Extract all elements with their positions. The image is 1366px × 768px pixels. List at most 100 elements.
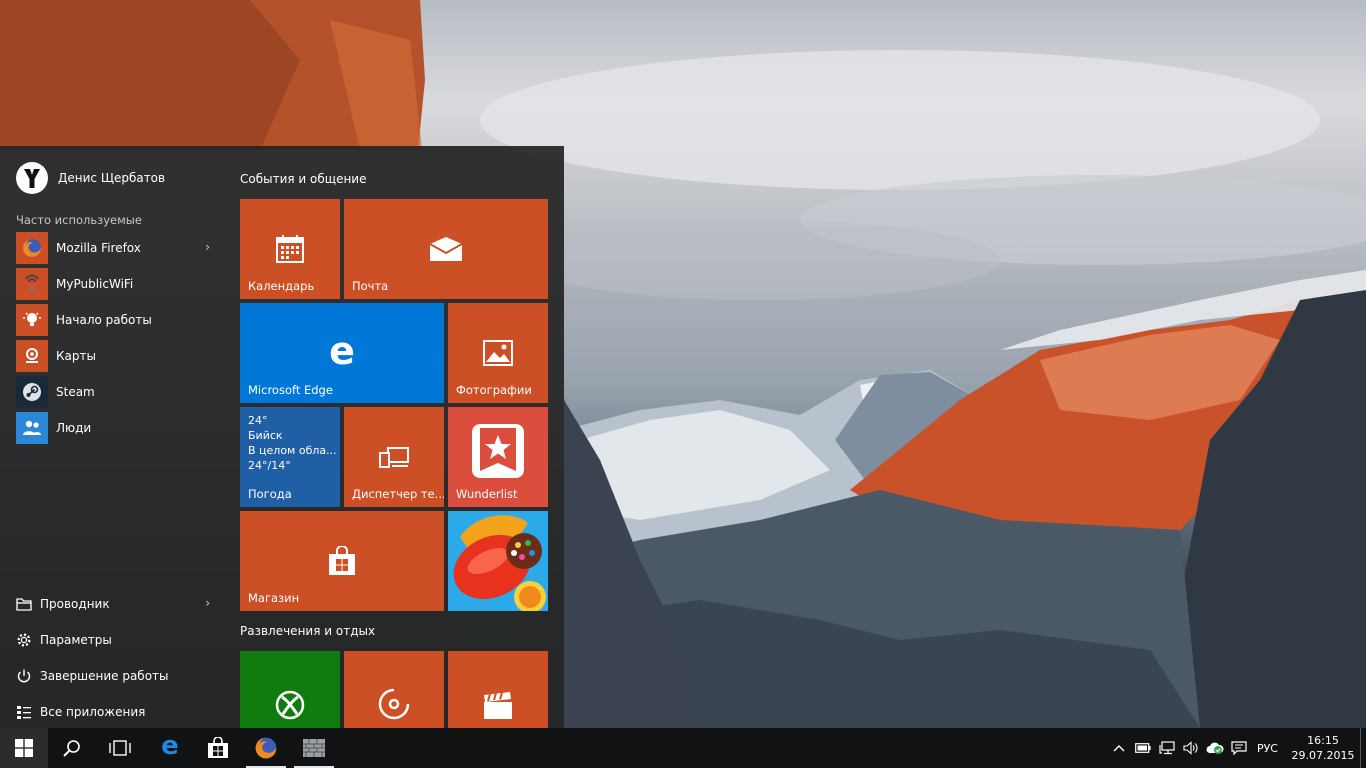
store-icon [208,737,228,758]
firefox-icon [16,232,48,264]
group-heading-events: События и общение [240,172,367,186]
search-icon [63,740,80,757]
app-item-mypublicwifi[interactable]: MyPublicWiFi [16,268,226,300]
taskbar: e РУС 16:15 29.07.2015 [0,728,1366,768]
xbox-icon [240,651,340,728]
people-icon [16,412,48,444]
frequent-apps-heading: Часто используемые [16,213,142,227]
tile-calendar[interactable]: Календарь [240,199,340,299]
tile-mail[interactable]: Почта [344,199,548,299]
task-view-button[interactable] [96,728,144,768]
clock-date: 29.07.2015 [1291,749,1355,762]
power-label: Завершение работы [40,669,169,683]
group-heading-entertainment: Развлечения и отдых [240,624,376,638]
all-apps-link[interactable]: Все приложения [16,694,226,730]
power-link[interactable]: Завершение работы [16,658,226,694]
start-menu: Денис Щербатов Часто используемые Mozill… [0,146,564,728]
app-item-maps[interactable]: Карты [16,340,226,372]
tile-weather[interactable]: 24° Бийск В целом обла... 24°/14° Погода [240,407,340,507]
maps-icon [16,340,48,372]
action-center-button[interactable] [1227,728,1251,768]
tile-label: Погода [248,487,292,501]
tile-label: Microsoft Edge [248,383,333,397]
tile-label: Почта [352,279,389,293]
show-desktop-button[interactable] [1360,728,1366,768]
app-item-people[interactable]: Люди [16,412,226,444]
weather-city: Бийск [248,429,283,442]
weather-info: 24° Бийск В целом обла... 24°/14° [248,413,337,473]
show-hidden-icons-button[interactable] [1107,728,1131,768]
user-avatar [16,162,48,194]
tile-wunderlist[interactable]: Wunderlist [448,407,548,507]
task-view-icon [109,740,131,756]
sync-status-button[interactable] [1203,728,1227,768]
start-button[interactable] [0,728,48,768]
notification-icon [1231,741,1247,755]
battery-icon [1135,743,1151,753]
tile-label: Календарь [248,279,315,293]
system-links-list: Проводник › Параметры Завершение работы … [16,586,226,730]
all-apps-label: Все приложения [40,705,146,719]
clock-time: 16:15 [1307,734,1339,747]
volume-button[interactable] [1179,728,1203,768]
app-item-get-started[interactable]: Начало работы [16,304,226,336]
user-account-button[interactable]: Денис Щербатов [16,162,165,194]
file-explorer-icon [16,596,32,612]
clapperboard-icon [448,651,548,728]
weather-range: 24°/14° [248,459,291,472]
edge-icon: e [161,731,179,761]
lightbulb-icon [16,304,48,336]
tile-photos[interactable]: Фотографии [448,303,548,403]
all-apps-icon [16,704,32,720]
chevron-right-icon[interactable]: › [205,596,210,610]
tile-movies-tv[interactable] [448,651,548,728]
gear-icon [16,632,32,648]
settings-label: Параметры [40,633,112,647]
tile-label: Диспетчер те... [352,487,444,501]
cloud-sync-icon [1206,742,1224,754]
network-icon [1159,741,1175,755]
app-item-firefox[interactable]: Mozilla Firefox › [16,232,226,264]
app-item-label: Карты [56,349,96,363]
settings-link[interactable]: Параметры [16,622,226,658]
battery-button[interactable] [1131,728,1155,768]
clock-button[interactable]: 16:15 29.07.2015 [1286,733,1360,763]
tile-microsoft-edge[interactable]: e Microsoft Edge [240,303,444,403]
taskbar-store-button[interactable] [194,728,242,768]
app-item-label: Начало работы [56,313,152,327]
chevron-right-icon[interactable]: › [205,240,210,254]
wifi-hotspot-icon [16,268,48,300]
speaker-icon [1183,741,1198,755]
weather-condition: В целом обла... [248,444,337,457]
tile-groove-music[interactable] [344,651,444,728]
system-tray: РУС 16:15 29.07.2015 [1107,728,1366,768]
network-button[interactable] [1155,728,1179,768]
tile-label: Фотографии [456,383,532,397]
music-disc-icon [344,651,444,728]
tile-store[interactable]: Магазин [240,511,444,611]
app-item-label: Steam [56,385,95,399]
taskbar-app-button[interactable] [290,728,338,768]
tile-candy-crush[interactable] [448,511,548,611]
steam-icon [16,376,48,408]
weather-temp: 24° [248,414,268,427]
tile-xbox[interactable] [240,651,340,728]
search-button[interactable] [48,728,96,768]
app-item-steam[interactable]: Steam [16,376,226,408]
user-name: Денис Щербатов [58,171,166,185]
file-explorer-link[interactable]: Проводник › [16,586,226,622]
windows-logo-icon [15,739,33,757]
tile-label: Wunderlist [456,487,518,501]
brick-wall-icon [303,739,325,757]
file-explorer-label: Проводник [40,597,110,611]
chevron-up-icon [1113,745,1125,752]
taskbar-firefox-button[interactable] [242,728,290,768]
app-item-label: MyPublicWiFi [56,277,134,291]
yosemite-y-icon [24,169,40,188]
firefox-icon [255,737,277,759]
taskbar-edge-button[interactable]: e [146,728,194,768]
input-language-indicator[interactable]: РУС [1257,742,1278,755]
candy-crush-artwork [448,511,548,611]
tile-device-manager[interactable]: Диспетчер те... [344,407,444,507]
power-icon [16,668,32,684]
